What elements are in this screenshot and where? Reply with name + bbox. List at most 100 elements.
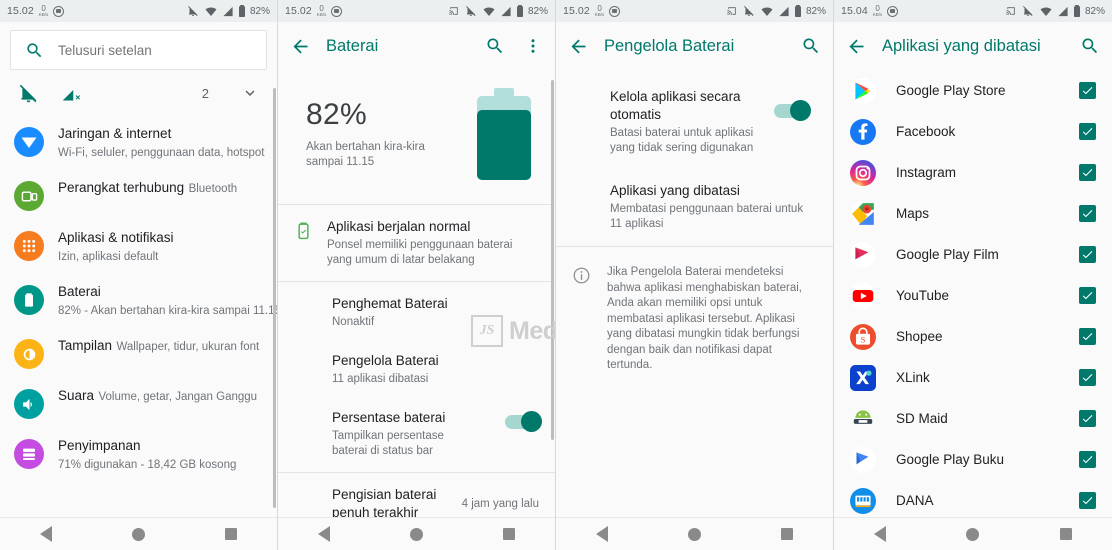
navigation-bar <box>0 517 277 550</box>
screenshot-tool-icon <box>609 5 621 17</box>
home-icon[interactable] <box>688 527 701 541</box>
app-name: Google Play Buku <box>896 452 1005 467</box>
svg-text:S: S <box>861 334 866 344</box>
app-checkbox[interactable] <box>1079 82 1096 99</box>
status-bar: 15.02 0 KB/s 82% <box>0 0 277 22</box>
row-subtitle: Ponsel memiliki penggunaan baterai yang … <box>327 239 513 266</box>
settings-list: Jaringan & internet Wi-Fi, seluler, peng… <box>0 116 277 482</box>
search-icon[interactable] <box>799 34 823 58</box>
signal-off-icon[interactable] <box>61 83 82 104</box>
back-icon[interactable] <box>874 526 887 542</box>
list-item[interactable]: SD Maid <box>834 398 1112 439</box>
battery-manager-row[interactable]: Pengelola Baterai 11 aplikasi dibatasi <box>278 341 555 398</box>
list-item[interactable]: Facebook <box>834 111 1112 152</box>
divider <box>278 204 555 205</box>
app-checkbox[interactable] <box>1079 287 1096 304</box>
notifications-off-icon[interactable] <box>18 83 39 104</box>
divider <box>278 281 555 282</box>
search-input[interactable]: Telusuri setelan <box>10 30 267 70</box>
suggestion-row[interactable]: 2 <box>0 70 277 116</box>
sidebar-item-battery[interactable]: Baterai 82% - Akan bertahan kira-kira sa… <box>0 274 277 328</box>
battery-percentage-toggle[interactable] <box>505 411 542 432</box>
scrollbar[interactable] <box>273 88 276 508</box>
list-item[interactable]: Google Play Film <box>834 234 1112 275</box>
app-checkbox[interactable] <box>1079 410 1096 427</box>
signal-icon <box>779 6 789 16</box>
app-checkbox[interactable] <box>1079 492 1096 509</box>
item-title: Aplikasi & notifikasi <box>58 230 174 245</box>
cast-icon <box>727 7 736 15</box>
back-arrow-icon[interactable] <box>566 34 590 58</box>
app-name: DANA <box>896 493 934 508</box>
recents-icon[interactable] <box>503 528 515 540</box>
row-title: Kelola aplikasi secara otomatis <box>610 89 741 122</box>
back-icon[interactable] <box>318 526 330 542</box>
network-icon <box>14 127 44 157</box>
recents-icon[interactable] <box>1059 528 1072 540</box>
back-icon[interactable] <box>40 526 52 542</box>
google-play-books-icon <box>850 446 876 473</box>
list-item[interactable]: Google Play Store <box>834 70 1112 111</box>
battery-saver-row[interactable]: Penghemat Baterai Nonaktif <box>278 284 555 341</box>
home-icon[interactable] <box>132 527 145 541</box>
auto-manage-row[interactable]: Kelola aplikasi secara otomatis Batasi b… <box>556 70 833 168</box>
app-checkbox[interactable] <box>1079 328 1096 345</box>
list-item[interactable]: Maps <box>834 193 1112 234</box>
battery-check-icon <box>294 221 313 245</box>
search-icon[interactable] <box>483 34 507 58</box>
apps-icon <box>14 231 44 261</box>
app-checkbox[interactable] <box>1079 451 1096 468</box>
chevron-down-icon[interactable] <box>241 84 259 102</box>
battery-status-row[interactable]: Aplikasi berjalan normal Ponsel memiliki… <box>278 207 555 279</box>
sidebar-item-network[interactable]: Jaringan & internet Wi-Fi, seluler, peng… <box>0 116 277 170</box>
app-name: XLink <box>896 370 930 385</box>
navigation-bar <box>834 517 1112 550</box>
battery-percentage-row[interactable]: Persentase baterai Tampilkan persentase … <box>278 398 555 470</box>
home-icon[interactable] <box>410 527 423 541</box>
home-icon[interactable] <box>966 527 980 541</box>
status-time: 15.02 <box>7 5 34 17</box>
list-item[interactable]: S Shopee <box>834 316 1112 357</box>
navigation-bar <box>556 517 833 550</box>
list-item[interactable]: DANA <box>834 480 1112 521</box>
app-checkbox[interactable] <box>1079 164 1096 181</box>
app-name: Google Play Film <box>896 247 999 262</box>
info-text: Jika Pengelola Baterai mendeteksi bahwa … <box>607 266 802 371</box>
sidebar-item-connected-devices[interactable]: Perangkat terhubung Bluetooth <box>0 170 277 220</box>
sidebar-item-display[interactable]: Tampilan Wallpaper, tidur, ukuran font <box>0 328 277 378</box>
back-icon[interactable] <box>596 526 608 542</box>
search-icon[interactable] <box>1078 34 1102 58</box>
battery-percent: 82% <box>306 98 367 131</box>
auto-manage-toggle[interactable] <box>774 100 811 121</box>
app-checkbox[interactable] <box>1079 246 1096 263</box>
recents-icon[interactable] <box>225 528 237 540</box>
list-item[interactable]: XLink <box>834 357 1112 398</box>
app-checkbox[interactable] <box>1079 369 1096 386</box>
scrollbar[interactable] <box>551 80 554 440</box>
restricted-apps-row[interactable]: Aplikasi yang dibatasi Membatasi penggun… <box>556 168 833 244</box>
item-title: Jaringan & internet <box>58 126 172 141</box>
overflow-menu-icon[interactable] <box>521 34 545 58</box>
app-name: Facebook <box>896 124 956 139</box>
recents-icon[interactable] <box>781 528 793 540</box>
app-name: YouTube <box>896 288 950 303</box>
back-arrow-icon[interactable] <box>288 34 312 58</box>
search-section: Telusuri setelan <box>0 22 277 70</box>
app-checkbox[interactable] <box>1079 123 1096 140</box>
sidebar-item-sound[interactable]: Suara Volume, getar, Jangan Ganggu <box>0 378 277 428</box>
app-checkbox[interactable] <box>1079 205 1096 222</box>
sidebar-item-storage[interactable]: Penyimpanan 71% digunakan - 18,42 GB kos… <box>0 428 277 482</box>
app-name: Maps <box>896 206 930 221</box>
back-arrow-icon[interactable] <box>844 34 868 58</box>
app-bar: Pengelola Baterai <box>556 22 833 70</box>
row-subtitle: 11 aplikasi dibatasi <box>332 373 429 385</box>
list-item[interactable]: Instagram <box>834 152 1112 193</box>
sidebar-item-apps[interactable]: Aplikasi & notifikasi Izin, aplikasi def… <box>0 220 277 274</box>
app-name: Google Play Store <box>896 83 1006 98</box>
app-name: Instagram <box>896 165 957 180</box>
list-item[interactable]: YouTube <box>834 275 1112 316</box>
screenshot-tool-icon <box>887 5 899 17</box>
list-item[interactable]: Google Play Buku <box>834 439 1112 480</box>
item-title: Tampilan <box>58 338 113 353</box>
restricted-app-list: Google Play Store Facebook Instagram Map… <box>834 70 1112 521</box>
